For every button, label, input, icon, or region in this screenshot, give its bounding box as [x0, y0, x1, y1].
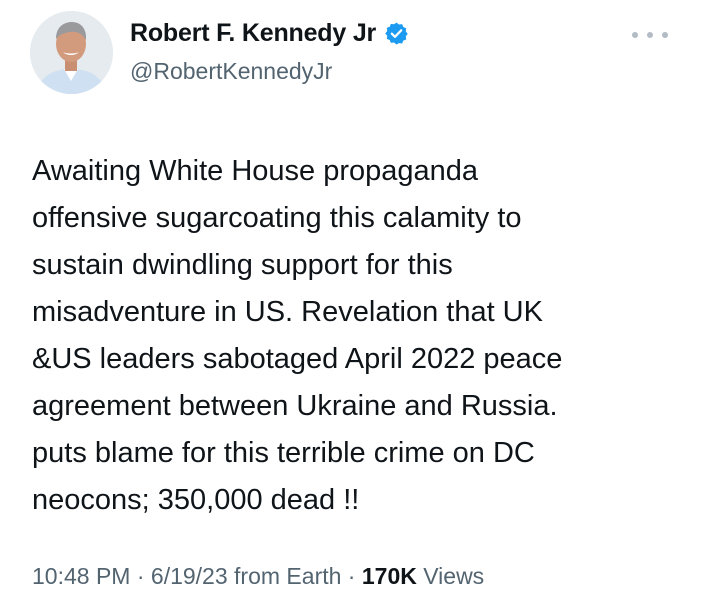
author-handle[interactable]: @RobertKennedyJr [130, 58, 332, 85]
meta-separator: · [130, 563, 151, 589]
views-label: Views [423, 563, 485, 589]
tweet-text: Awaiting White House propaganda offensiv… [32, 155, 563, 516]
meta-separator-2: · [341, 563, 362, 589]
more-options-icon[interactable] [632, 28, 668, 42]
tweet-meta: 10:48 PM · 6/19/23 from Earth · 170K Vie… [32, 563, 484, 590]
tweet-card: Robert F. Kennedy Jr @RobertKennedyJr Aw… [0, 0, 702, 611]
tweet-time[interactable]: 10:48 PM [32, 563, 130, 590]
tweet-date[interactable]: 6/19/23 [151, 563, 228, 590]
views-count[interactable]: 170K [362, 563, 417, 590]
tweet-source: from Earth [234, 563, 342, 589]
verified-badge-icon [384, 21, 409, 46]
author-name-row: Robert F. Kennedy Jr [130, 19, 409, 48]
avatar[interactable] [30, 11, 113, 94]
author-name[interactable]: Robert F. Kennedy Jr [130, 19, 376, 48]
